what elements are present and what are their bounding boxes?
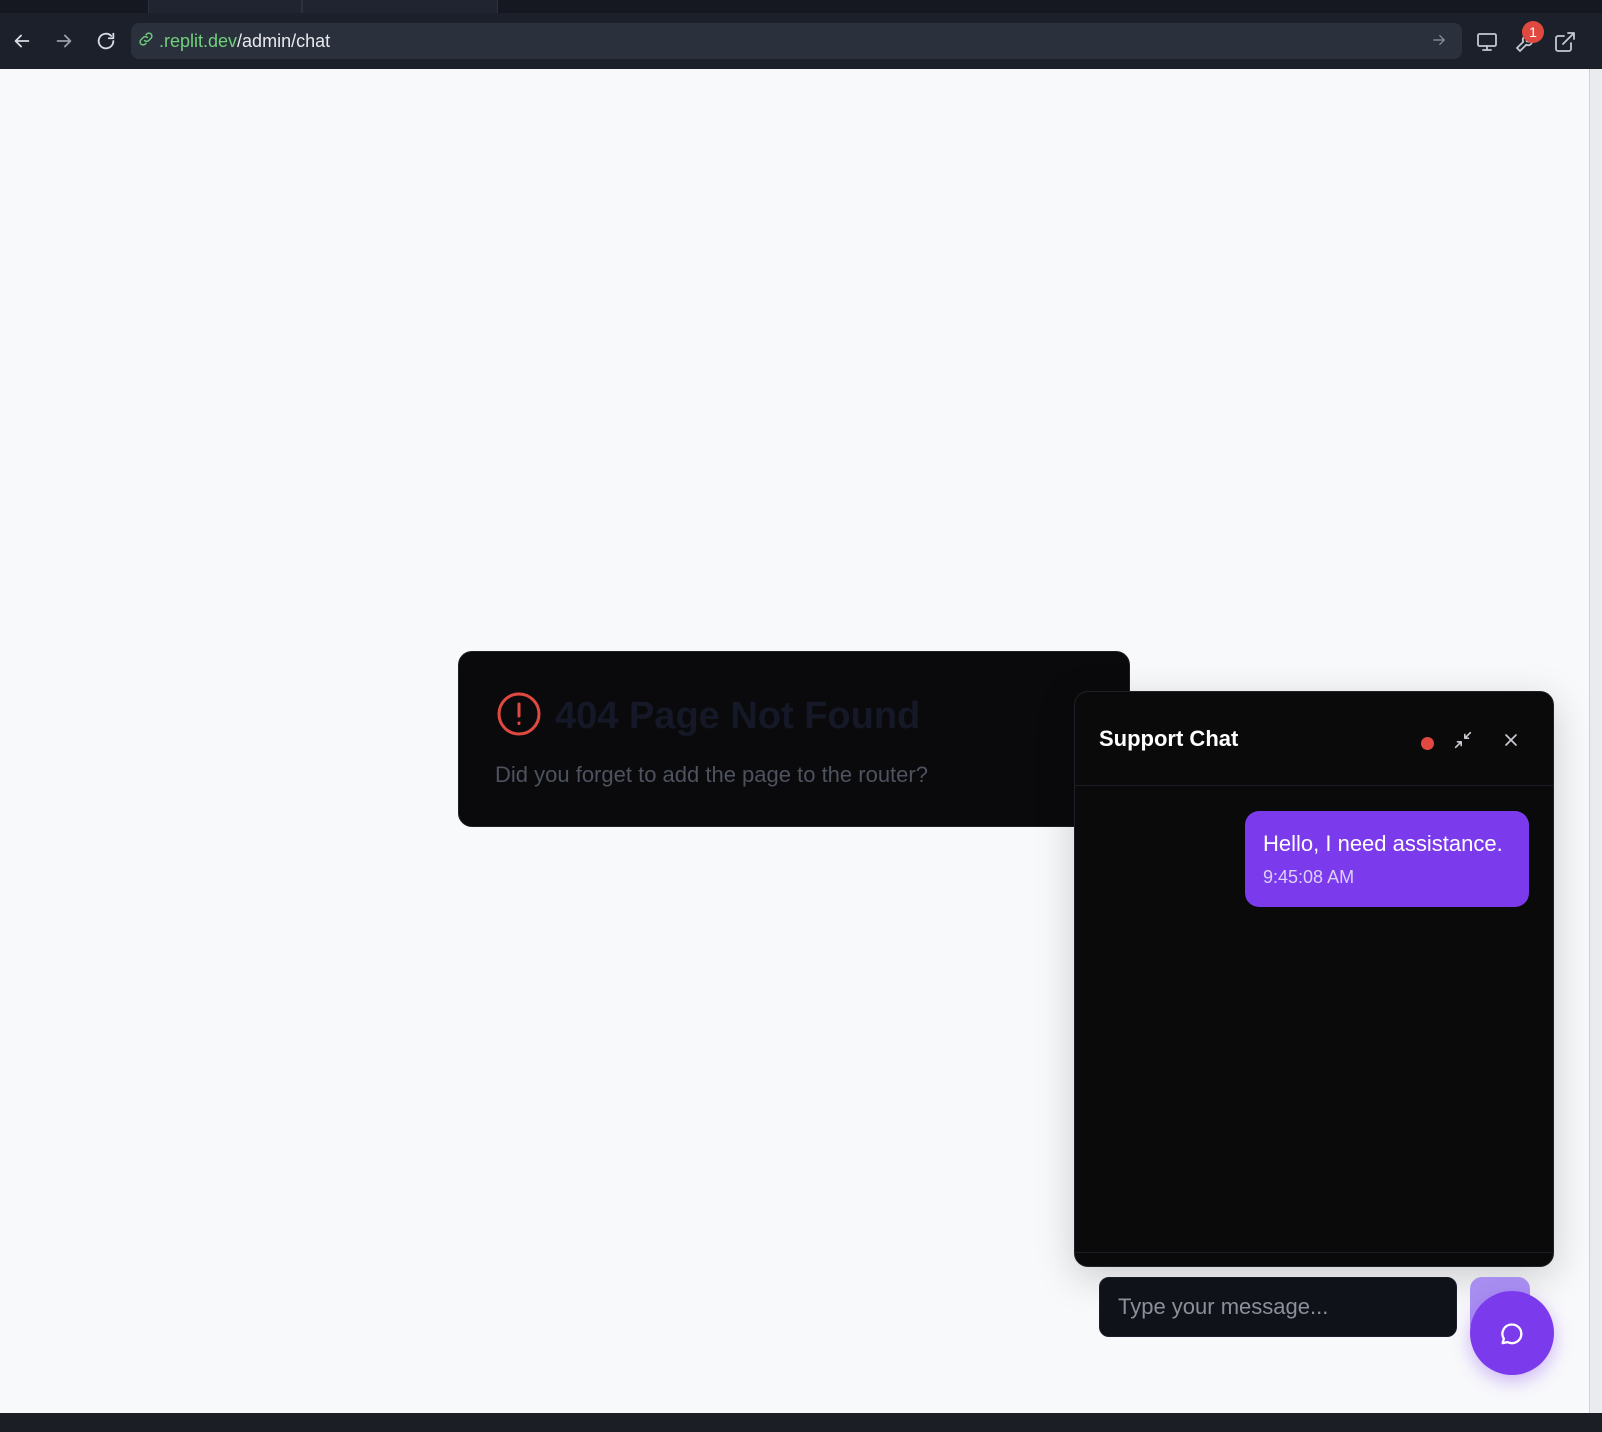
link-icon (137, 30, 155, 53)
chat-header: Support Chat (1075, 692, 1553, 786)
external-link-icon (1555, 32, 1575, 52)
open-external-button[interactable] (1550, 27, 1580, 57)
window-bottom-edge (0, 1413, 1602, 1432)
device-preview-button[interactable] (1472, 27, 1502, 57)
browser-tab[interactable] (302, 0, 498, 13)
minimize-icon (1454, 731, 1472, 749)
browser-toolbar: .replit.dev/admin/chat (0, 13, 1602, 69)
reload-button[interactable] (92, 27, 120, 55)
chat-divider (1075, 1252, 1553, 1253)
chat-message-input[interactable] (1099, 1277, 1457, 1337)
minimize-chat-button[interactable] (1449, 726, 1477, 754)
back-button[interactable] (8, 27, 36, 55)
url-path: /admin/chat (237, 30, 331, 51)
devtools-badge: 1 (1522, 21, 1544, 43)
not-found-card: 404 Page Not Found Did you forget to add… (458, 651, 1130, 827)
not-found-title: 404 Page Not Found (555, 695, 921, 737)
support-chat-panel: Support Chat Hello, I need assistance. 9… (1074, 691, 1554, 1267)
scrollbar-gutter[interactable] (1590, 69, 1602, 1413)
monitor-icon (1477, 33, 1497, 51)
browser-tab[interactable] (148, 0, 302, 13)
alert-circle-icon (495, 690, 543, 743)
chat-message: Hello, I need assistance. 9:45:08 AM (1245, 811, 1529, 907)
reload-icon (97, 32, 115, 50)
forward-button[interactable] (50, 27, 78, 55)
go-button[interactable] (1430, 31, 1450, 51)
address-bar[interactable]: .replit.dev/admin/chat (131, 23, 1462, 59)
chat-toggle-button[interactable] (1470, 1291, 1554, 1375)
close-chat-button[interactable] (1497, 726, 1525, 754)
not-found-title-row: 404 Page Not Found (495, 690, 920, 743)
browser-tab-strip (0, 0, 1602, 14)
close-icon (1505, 734, 1517, 746)
chat-title: Support Chat (1099, 726, 1239, 751)
chat-message-time: 9:45:08 AM (1263, 867, 1355, 887)
chat-bubble-icon (1501, 1323, 1523, 1345)
arrow-right-icon (56, 34, 72, 48)
not-found-description: Did you forget to add the page to the ro… (495, 762, 928, 787)
chat-message-text: Hello, I need assistance. (1263, 831, 1503, 856)
arrow-left-icon (14, 34, 30, 48)
connection-status-indicator (1421, 737, 1434, 750)
url-host: .replit.dev (159, 30, 238, 51)
arrow-right-icon (1433, 34, 1445, 46)
